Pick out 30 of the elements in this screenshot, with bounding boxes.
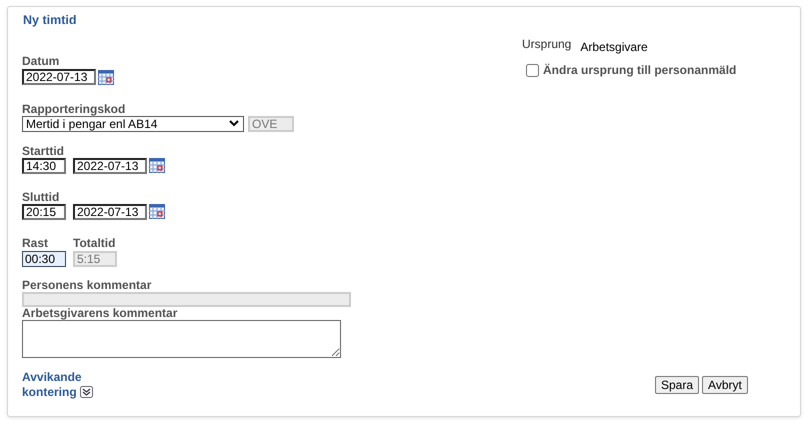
calendar-icon[interactable] <box>98 70 114 86</box>
field-value: Arbetsgivare <box>580 39 648 56</box>
button[interactable]: Spara <box>655 376 700 394</box>
checkbox-label: Ändra ursprung till personanmäld <box>543 64 736 77</box>
date-field[interactable]: 2022-07-13 <box>22 68 96 85</box>
field-label: Rast <box>22 236 50 250</box>
code-dropdown[interactable]: Mertid i pengar enl AB14 <box>22 116 244 132</box>
field-label: Starttid <box>22 144 65 158</box>
field-label: Rapporteringskod <box>22 102 126 116</box>
field-label: Ursprung <box>522 38 572 53</box>
form-title: Ny timtid <box>23 12 78 29</box>
calendar-icon[interactable] <box>149 158 165 174</box>
field-label: Personens kommentar <box>22 278 152 292</box>
field-label: Arbetsgivarens kommentar <box>22 306 178 320</box>
time-field[interactable]: 20:15 <box>22 204 66 220</box>
field-label: Sluttid <box>22 190 60 204</box>
time-field[interactable]: 14:30 <box>22 158 66 174</box>
break-field[interactable]: 00:30 <box>22 250 66 267</box>
expand-icon[interactable] <box>80 386 93 398</box>
link[interactable]: Avvikande <box>22 370 522 385</box>
checkbox[interactable] <box>526 64 539 77</box>
caret-icon <box>229 120 239 128</box>
date-field[interactable]: 2022-07-13 <box>73 158 147 174</box>
link[interactable]: kontering <box>22 384 77 400</box>
field-label: Totaltid <box>73 236 116 250</box>
calendar-icon[interactable] <box>149 204 165 220</box>
date-field[interactable]: 2022-07-13 <box>73 204 147 220</box>
field-label: Datum <box>22 54 60 68</box>
button[interactable]: Avbryt <box>702 376 748 394</box>
comment-field[interactable] <box>22 320 341 358</box>
